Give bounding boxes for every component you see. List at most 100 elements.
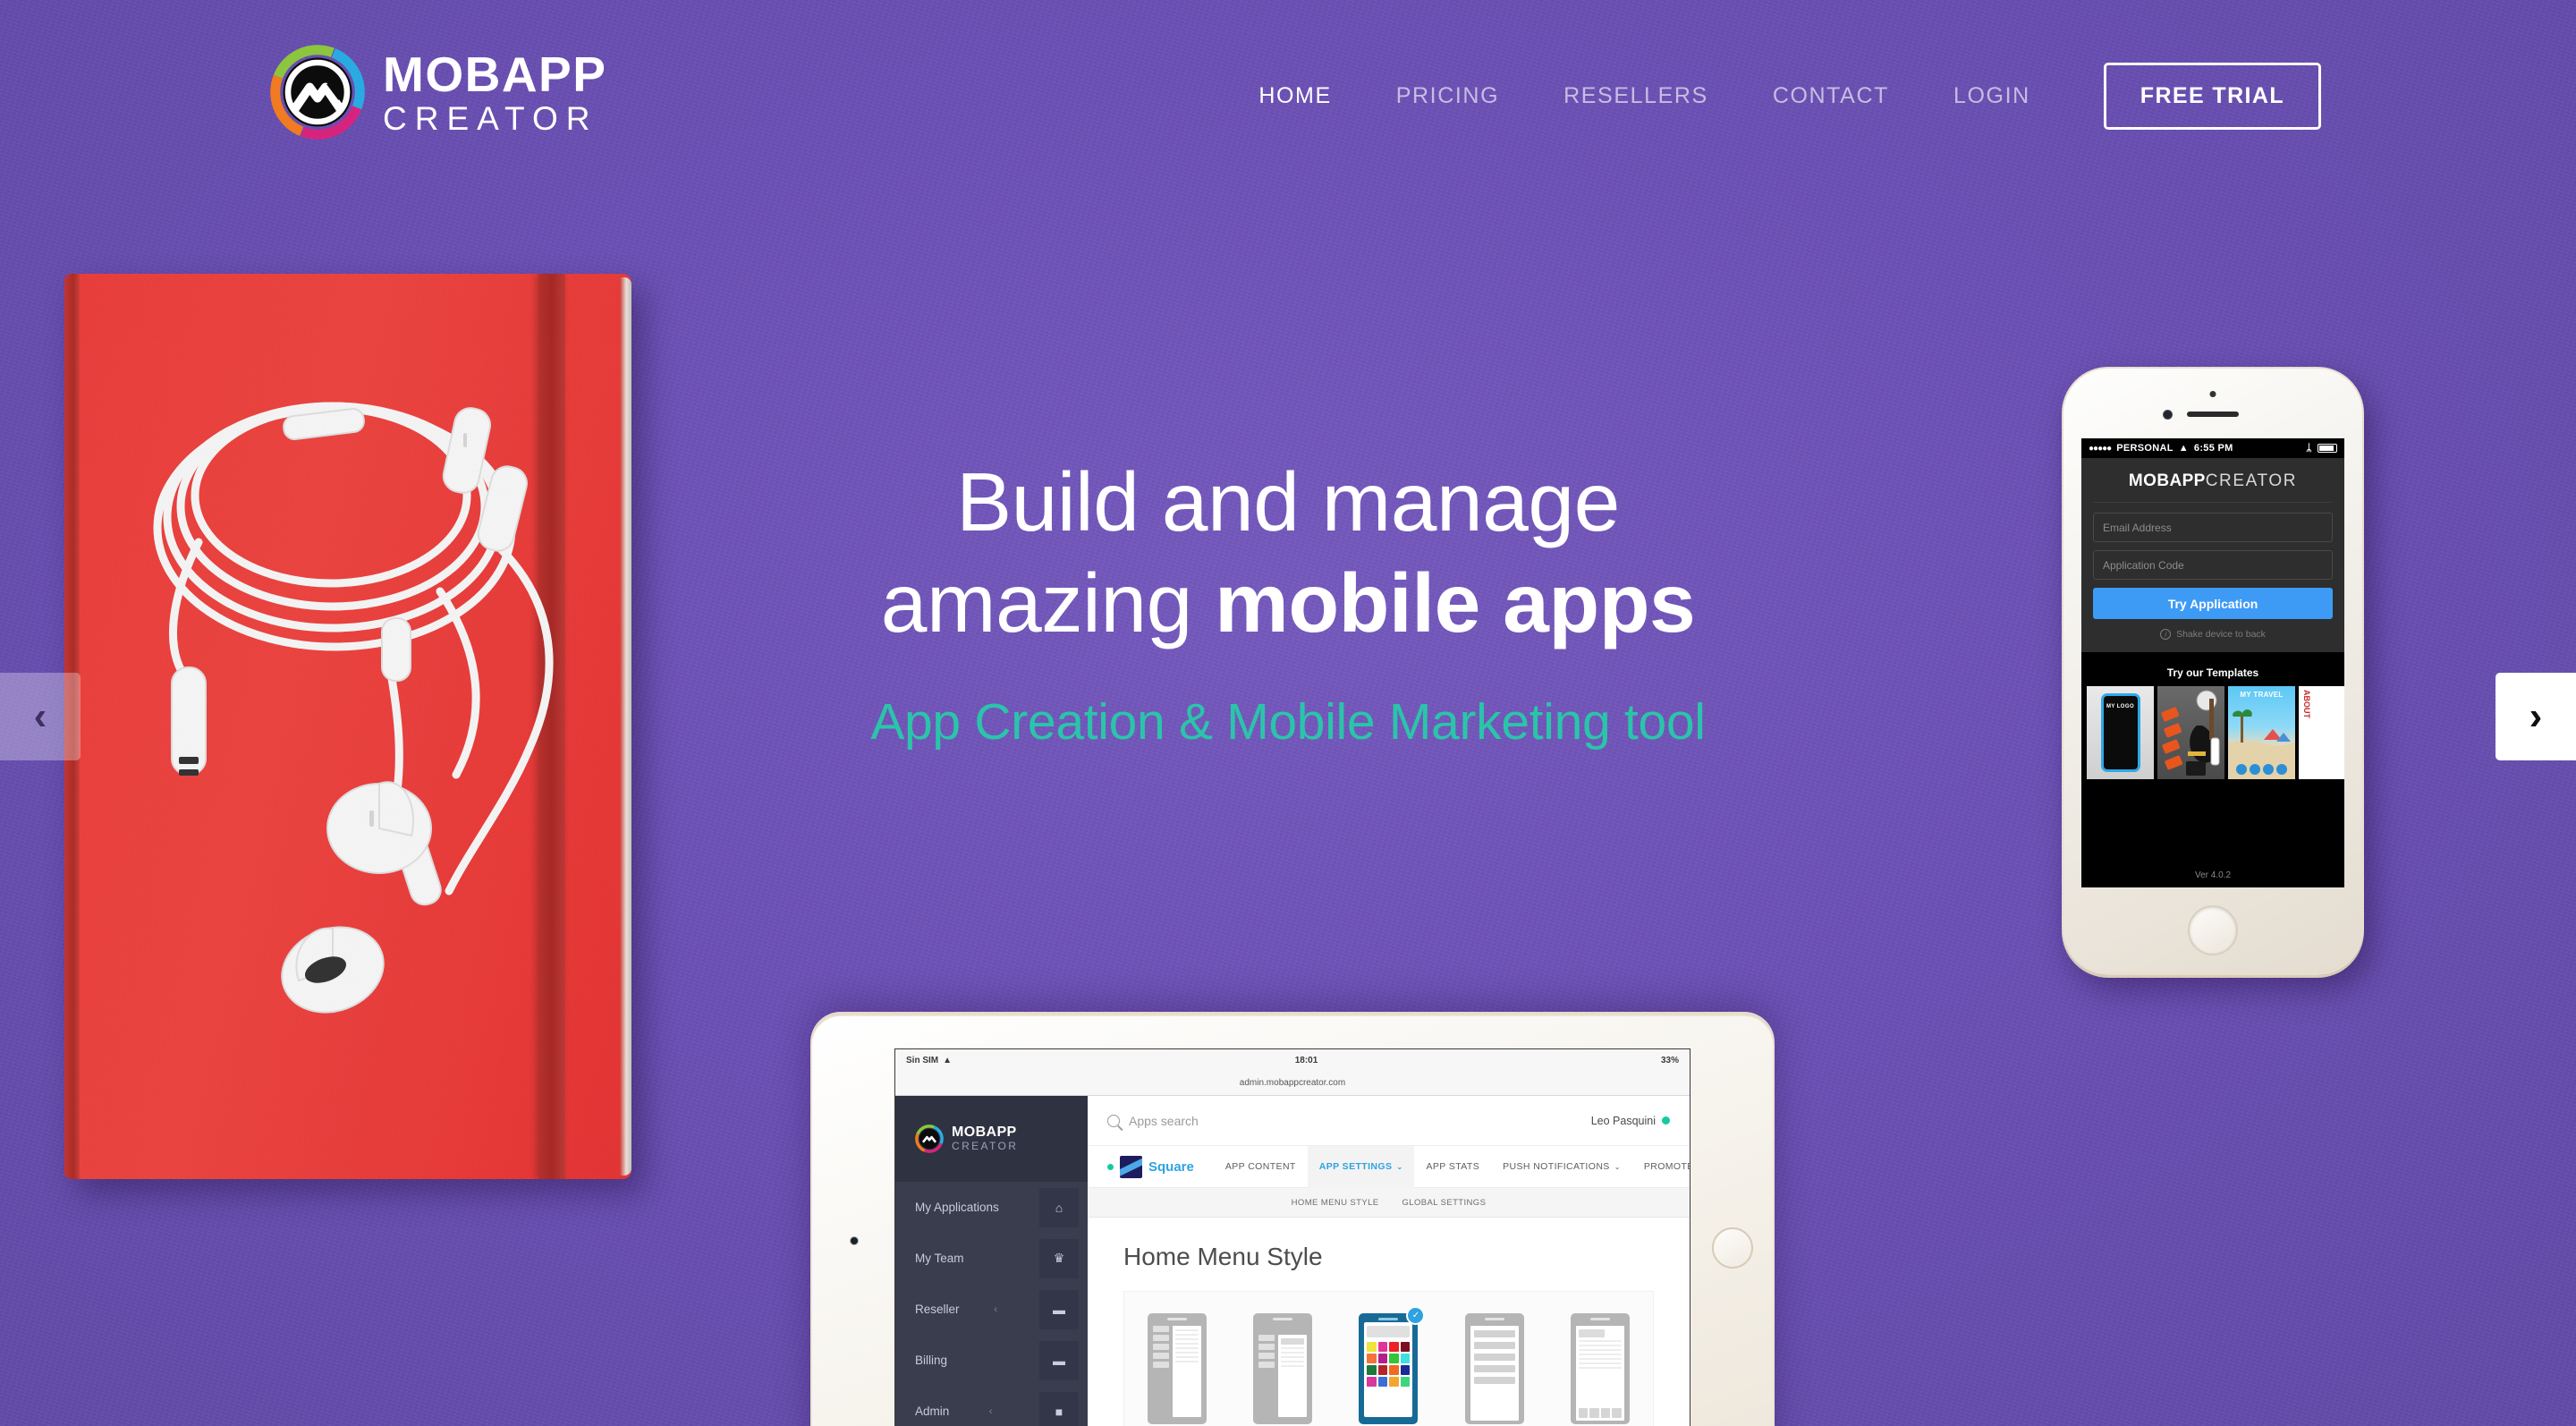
ipad-url-text: admin.mobappcreator.com	[1239, 1078, 1346, 1088]
sidebar-item-billing[interactable]: Billing ▬	[895, 1335, 1088, 1386]
chevron-down-icon: ⌄	[1614, 1162, 1621, 1171]
sidebar-label: My Applications	[915, 1201, 999, 1214]
ipad-status-bar: Sin SIM ▲ 18:01 33%	[895, 1049, 1690, 1071]
menu-style-tab[interactable]: Tab	[1570, 1313, 1630, 1426]
nav-item-login[interactable]: LOGIN	[1921, 83, 2063, 109]
online-status-dot	[1662, 1116, 1670, 1125]
grid-tile	[1377, 1354, 1388, 1363]
tab-label: APP STATS	[1426, 1161, 1480, 1172]
ipad-subtab-bar: HOME MENU STYLE GLOBAL SETTINGS	[1088, 1188, 1690, 1218]
ipad-main-content: Apps search Leo Pasquini Square APP CONT…	[1088, 1096, 1690, 1426]
menu-style-six-side[interactable]: Six-Side	[1253, 1313, 1313, 1426]
grid-tile	[1377, 1377, 1388, 1387]
page-title: Home Menu Style	[1123, 1243, 1323, 1270]
chevron-left-icon: ‹	[988, 1405, 993, 1417]
phone-front-camera	[2163, 410, 2173, 420]
sidebar-item-my-team[interactable]: My Team ♛	[895, 1233, 1088, 1284]
main-navigation: HOME PRICING RESELLERS CONTACT LOGIN FRE…	[1226, 63, 2321, 130]
current-app-chip[interactable]: Square	[1107, 1155, 1194, 1178]
logo-mark-icon	[268, 43, 367, 141]
template-social-icons	[2228, 764, 2295, 775]
carousel-next-button[interactable]: ›	[2496, 673, 2576, 760]
headline-line-1: Build and manage	[956, 455, 1620, 548]
nav-item-contact[interactable]: CONTACT	[1741, 83, 1921, 109]
tab-promote-your-app[interactable]: PROMOTE YOUR APP	[1632, 1146, 1690, 1188]
nav-item-pricing[interactable]: PRICING	[1364, 83, 1531, 109]
style-preview-table-list	[1464, 1313, 1524, 1424]
apps-search-input[interactable]: Apps search	[1107, 1114, 1591, 1128]
sidebar-logo-bottom: CREATOR	[952, 1140, 1019, 1153]
chevron-left-icon: ‹	[33, 694, 47, 738]
ipad-tab-bar: Square APP CONTENT APP SETTINGS ⌄ APP ST…	[1088, 1145, 1690, 1188]
ipad-battery-percent: 33%	[1660, 1055, 1679, 1065]
hero-section: ●●●●● PERSONAL ▲ 6:55 PM ᛦ MOBAPPCREATOR…	[0, 0, 2576, 1426]
ipad-time: 18:01	[1294, 1055, 1318, 1065]
grid-tile	[1367, 1365, 1377, 1375]
chevron-down-icon: ⌄	[1396, 1162, 1403, 1171]
square-app-icon	[1120, 1155, 1142, 1178]
sidebar-item-admin[interactable]: Admin ‹ ■	[895, 1386, 1088, 1426]
ipad-sidebar: MOBAPP CREATOR My Applications ⌂ My Team…	[895, 1096, 1088, 1426]
sidebar-item-my-applications[interactable]: My Applications ⌂	[895, 1182, 1088, 1233]
user-name-label: Leo Pasquini	[1590, 1114, 1656, 1127]
user-menu[interactable]: Leo Pasquini	[1591, 1115, 1670, 1127]
sidebar-label: Billing	[915, 1354, 948, 1367]
grid-tile	[1389, 1377, 1399, 1387]
nav-item-resellers[interactable]: RESELLERS	[1531, 83, 1741, 109]
site-logo[interactable]: MOBAPP CREATOR	[268, 43, 606, 141]
chevron-left-icon: ‹	[994, 1303, 998, 1315]
home-icon: ⌂	[1039, 1187, 1079, 1227]
logo-wordmark: MOBAPP CREATOR	[383, 49, 606, 137]
grid-tile	[1400, 1365, 1411, 1375]
phone-home-button[interactable]	[2188, 905, 2238, 955]
grid-tile	[1389, 1354, 1399, 1363]
style-preview-tab	[1570, 1313, 1630, 1424]
ipad-url-bar[interactable]: admin.mobappcreator.com	[895, 1071, 1690, 1096]
sidebar-logo-top: MOBAPP	[952, 1125, 1017, 1141]
sidebar-label: Admin	[915, 1405, 950, 1418]
menu-style-grid[interactable]: ✓ Grid	[1359, 1306, 1426, 1426]
ipad-home-button[interactable]	[1712, 1227, 1753, 1269]
tab-label: PUSH NOTIFICATIONS	[1503, 1161, 1610, 1172]
subtab-home-menu-style[interactable]: HOME MENU STYLE	[1292, 1198, 1379, 1208]
headline-line-2: amazing mobile apps	[0, 553, 2576, 654]
tab-label: APP SETTINGS	[1318, 1161, 1393, 1172]
ipad-screen: Sin SIM ▲ 18:01 33% admin.mobappcreator.…	[894, 1048, 1690, 1426]
tab-app-settings[interactable]: APP SETTINGS ⌄	[1307, 1145, 1415, 1188]
sidebar-logo-text: MOBAPP CREATOR	[952, 1125, 1018, 1151]
ipad-front-camera	[850, 1236, 859, 1245]
briefcase-icon: ▬	[1038, 1289, 1079, 1329]
ipad-carrier: Sin SIM	[906, 1055, 939, 1065]
grid-tile	[1400, 1342, 1411, 1352]
chevron-right-icon: ›	[2529, 694, 2543, 738]
grid-tile	[1367, 1342, 1377, 1352]
free-trial-button[interactable]: FREE TRIAL	[2103, 63, 2321, 130]
nav-item-home[interactable]: HOME	[1226, 83, 1363, 109]
hero-subtitle: App Creation & Mobile Marketing tool	[870, 692, 1706, 751]
carousel-prev-button[interactable]: ‹	[0, 673, 80, 760]
phone-sensor	[2209, 391, 2216, 397]
phone-earpiece-speaker	[2187, 412, 2239, 417]
subtab-global-settings[interactable]: GLOBAL SETTINGS	[1402, 1198, 1487, 1208]
style-preview-six-side	[1253, 1313, 1313, 1424]
hero-headline-block: Build and manage amazing mobile apps App…	[0, 452, 2576, 751]
app-status-dot	[1107, 1163, 1114, 1170]
ipad-top-bar: Apps search Leo Pasquini	[1088, 1096, 1690, 1146]
headline-light-part: amazing	[880, 556, 1216, 650]
sidebar-label: My Team	[915, 1252, 964, 1265]
check-icon: ✓	[1406, 1306, 1426, 1325]
grid-tile	[1377, 1365, 1388, 1375]
tab-app-stats[interactable]: APP STATS	[1414, 1146, 1491, 1188]
sidebar-item-reseller[interactable]: Reseller ‹ ▬	[895, 1284, 1088, 1335]
sidebar-label: Reseller	[915, 1303, 960, 1316]
ipad-app-body: MOBAPP CREATOR My Applications ⌂ My Team…	[895, 1096, 1690, 1426]
tab-push-notifications[interactable]: PUSH NOTIFICATIONS ⌄	[1491, 1146, 1632, 1188]
ipad-wifi-icon: ▲	[943, 1055, 953, 1065]
logo-secondary-text: CREATOR	[383, 99, 598, 137]
tab-app-content[interactable]: APP CONTENT	[1214, 1146, 1308, 1188]
grid-tile	[1400, 1354, 1411, 1363]
menu-style-side[interactable]: Side	[1148, 1313, 1208, 1426]
site-header: MOBAPP CREATOR HOME PRICING RESELLERS CO…	[0, 0, 2576, 192]
menu-style-table-list[interactable]: Table List	[1464, 1313, 1524, 1426]
grid-tile	[1377, 1342, 1388, 1352]
